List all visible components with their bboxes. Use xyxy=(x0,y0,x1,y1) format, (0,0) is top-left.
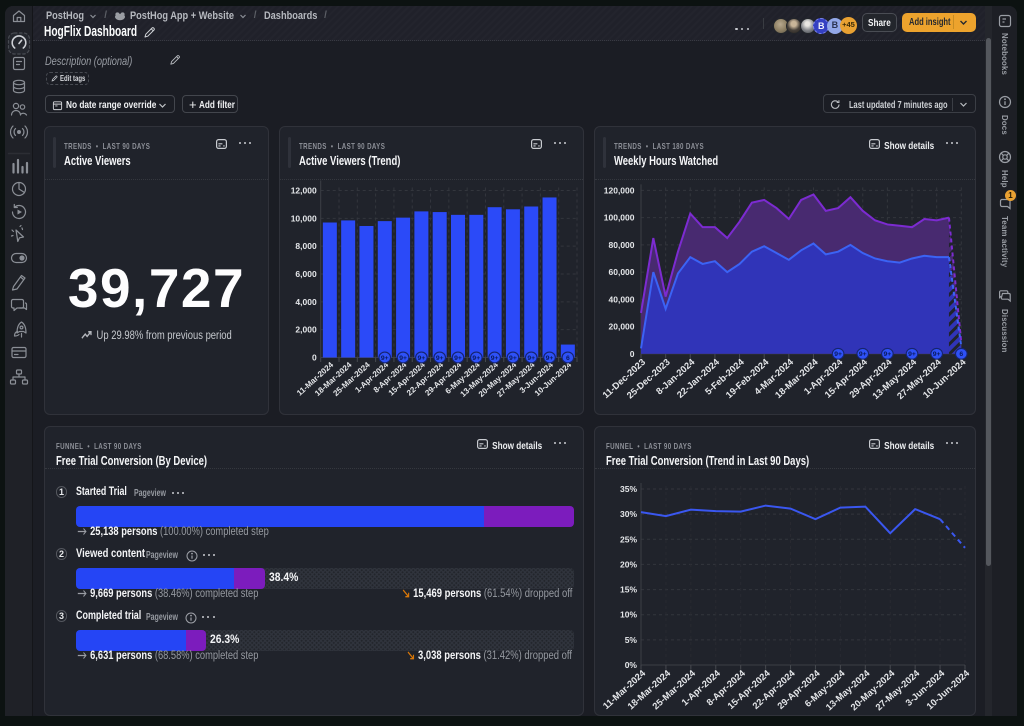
svg-text:9+: 9+ xyxy=(884,351,892,358)
svg-text:6: 6 xyxy=(959,351,963,358)
svg-text:25%: 25% xyxy=(620,534,637,544)
svg-text:80,000: 80,000 xyxy=(609,240,635,250)
svg-text:9+: 9+ xyxy=(933,351,941,358)
svg-text:35%: 35% xyxy=(620,484,637,494)
svg-text:120,000: 120,000 xyxy=(604,185,635,195)
svg-text:9+: 9+ xyxy=(454,355,462,362)
svg-text:9+: 9+ xyxy=(527,355,535,362)
svg-text:10-Jun-2024: 10-Jun-2024 xyxy=(921,356,968,400)
svg-text:9+: 9+ xyxy=(472,355,480,362)
svg-text:9+: 9+ xyxy=(509,355,517,362)
svg-text:5%: 5% xyxy=(625,635,638,645)
svg-text:9+: 9+ xyxy=(546,355,554,362)
svg-text:20,000: 20,000 xyxy=(609,322,635,332)
svg-text:20%: 20% xyxy=(620,559,637,569)
svg-text:0: 0 xyxy=(630,349,635,359)
svg-text:10,000: 10,000 xyxy=(291,213,317,223)
svg-text:8,000: 8,000 xyxy=(295,241,317,251)
svg-text:15%: 15% xyxy=(620,585,637,595)
svg-text:9+: 9+ xyxy=(399,355,407,362)
svg-text:30%: 30% xyxy=(620,509,637,519)
svg-text:9+: 9+ xyxy=(381,355,389,362)
svg-text:9+: 9+ xyxy=(436,355,444,362)
svg-text:60,000: 60,000 xyxy=(609,267,635,277)
svg-text:0: 0 xyxy=(312,353,317,363)
svg-text:12,000: 12,000 xyxy=(291,186,317,196)
svg-text:6,000: 6,000 xyxy=(295,269,317,279)
svg-text:40,000: 40,000 xyxy=(609,294,635,304)
svg-text:100,000: 100,000 xyxy=(604,213,635,223)
svg-text:0%: 0% xyxy=(625,660,638,670)
svg-text:10%: 10% xyxy=(620,610,637,620)
svg-text:9+: 9+ xyxy=(859,351,867,358)
svg-text:9+: 9+ xyxy=(834,351,842,358)
svg-text:4,000: 4,000 xyxy=(295,297,317,307)
svg-text:9+: 9+ xyxy=(491,355,499,362)
svg-text:6: 6 xyxy=(566,355,570,362)
svg-text:9+: 9+ xyxy=(418,355,426,362)
svg-text:2,000: 2,000 xyxy=(295,325,317,335)
svg-text:9+: 9+ xyxy=(908,351,916,358)
